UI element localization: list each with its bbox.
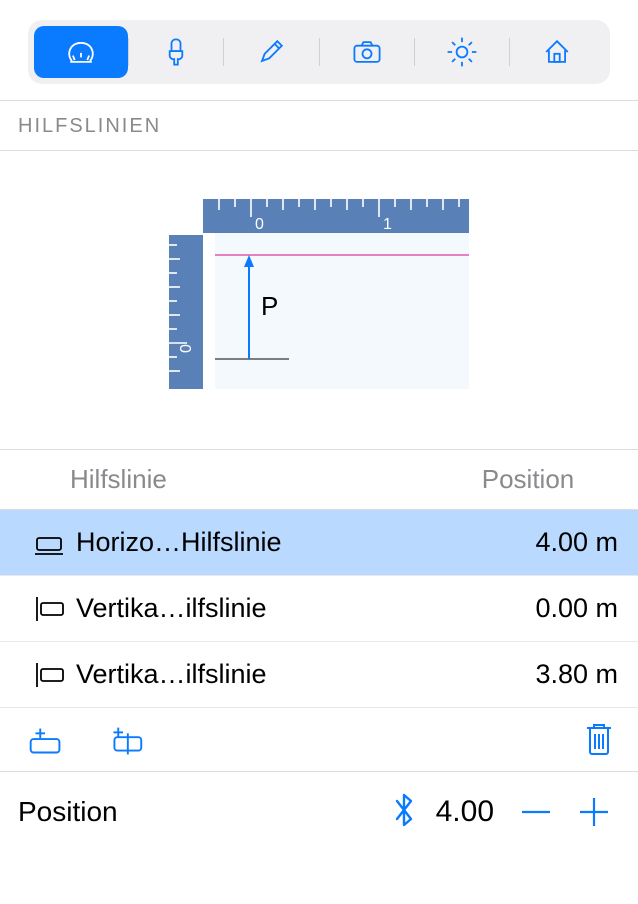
position-stepper: [512, 788, 618, 836]
guide-name: Horizo…Hilfslinie: [70, 527, 535, 558]
guides-table: Hilfslinie Position Horizo…Hilfslinie4.0…: [0, 449, 638, 708]
col-name-header: Hilfslinie: [70, 464, 438, 495]
svg-text:P: P: [261, 291, 278, 321]
guide-position: 4.00 m: [535, 527, 618, 558]
tool-pencil[interactable]: [224, 26, 318, 78]
add-horizontal-guide-button[interactable]: [18, 719, 74, 763]
position-value[interactable]: 4.00: [436, 795, 494, 829]
table-row[interactable]: Vertika…ilfslinie3.80 m: [0, 642, 638, 708]
tool-paintbrush[interactable]: [129, 26, 223, 78]
guide-diagram-svg: 0 1 0 P: [169, 199, 469, 389]
table-row[interactable]: Vertika…ilfslinie0.00 m: [0, 576, 638, 642]
table-header: Hilfslinie Position: [0, 450, 638, 510]
col-position-header: Position: [438, 464, 618, 495]
guide-name: Vertika…ilfslinie: [70, 593, 535, 624]
table-row[interactable]: Horizo…Hilfslinie4.00 m: [0, 510, 638, 576]
toolbar-inner: [28, 20, 610, 84]
actions-row: [0, 708, 638, 772]
increment-button[interactable]: [570, 788, 618, 836]
delete-guide-button[interactable]: [582, 718, 616, 763]
bluetooth-icon[interactable]: [388, 790, 420, 835]
tool-house[interactable]: [510, 26, 604, 78]
svg-text:0: 0: [178, 344, 195, 353]
svg-text:0: 0: [255, 216, 264, 233]
section-header: HILFSLINIEN: [0, 100, 638, 151]
svg-text:1: 1: [383, 216, 392, 233]
toolbar: [0, 0, 638, 100]
section-title: HILFSLINIEN: [18, 115, 161, 137]
position-label: Position: [18, 796, 118, 828]
vertical-guide-icon: [28, 661, 70, 689]
position-editor: Position 4.00: [0, 772, 638, 836]
decrement-button[interactable]: [512, 788, 560, 836]
guide-position: 0.00 m: [535, 593, 618, 624]
horizontal-guide-icon: [28, 529, 70, 557]
tool-ruler[interactable]: [34, 26, 128, 78]
vertical-guide-icon: [28, 595, 70, 623]
guide-position: 3.80 m: [535, 659, 618, 690]
tool-camera[interactable]: [320, 26, 414, 78]
add-vertical-guide-button[interactable]: [96, 719, 152, 763]
guide-name: Vertika…ilfslinie: [70, 659, 535, 690]
guide-diagram: 0 1 0 P: [0, 151, 638, 449]
tool-sun[interactable]: [415, 26, 509, 78]
